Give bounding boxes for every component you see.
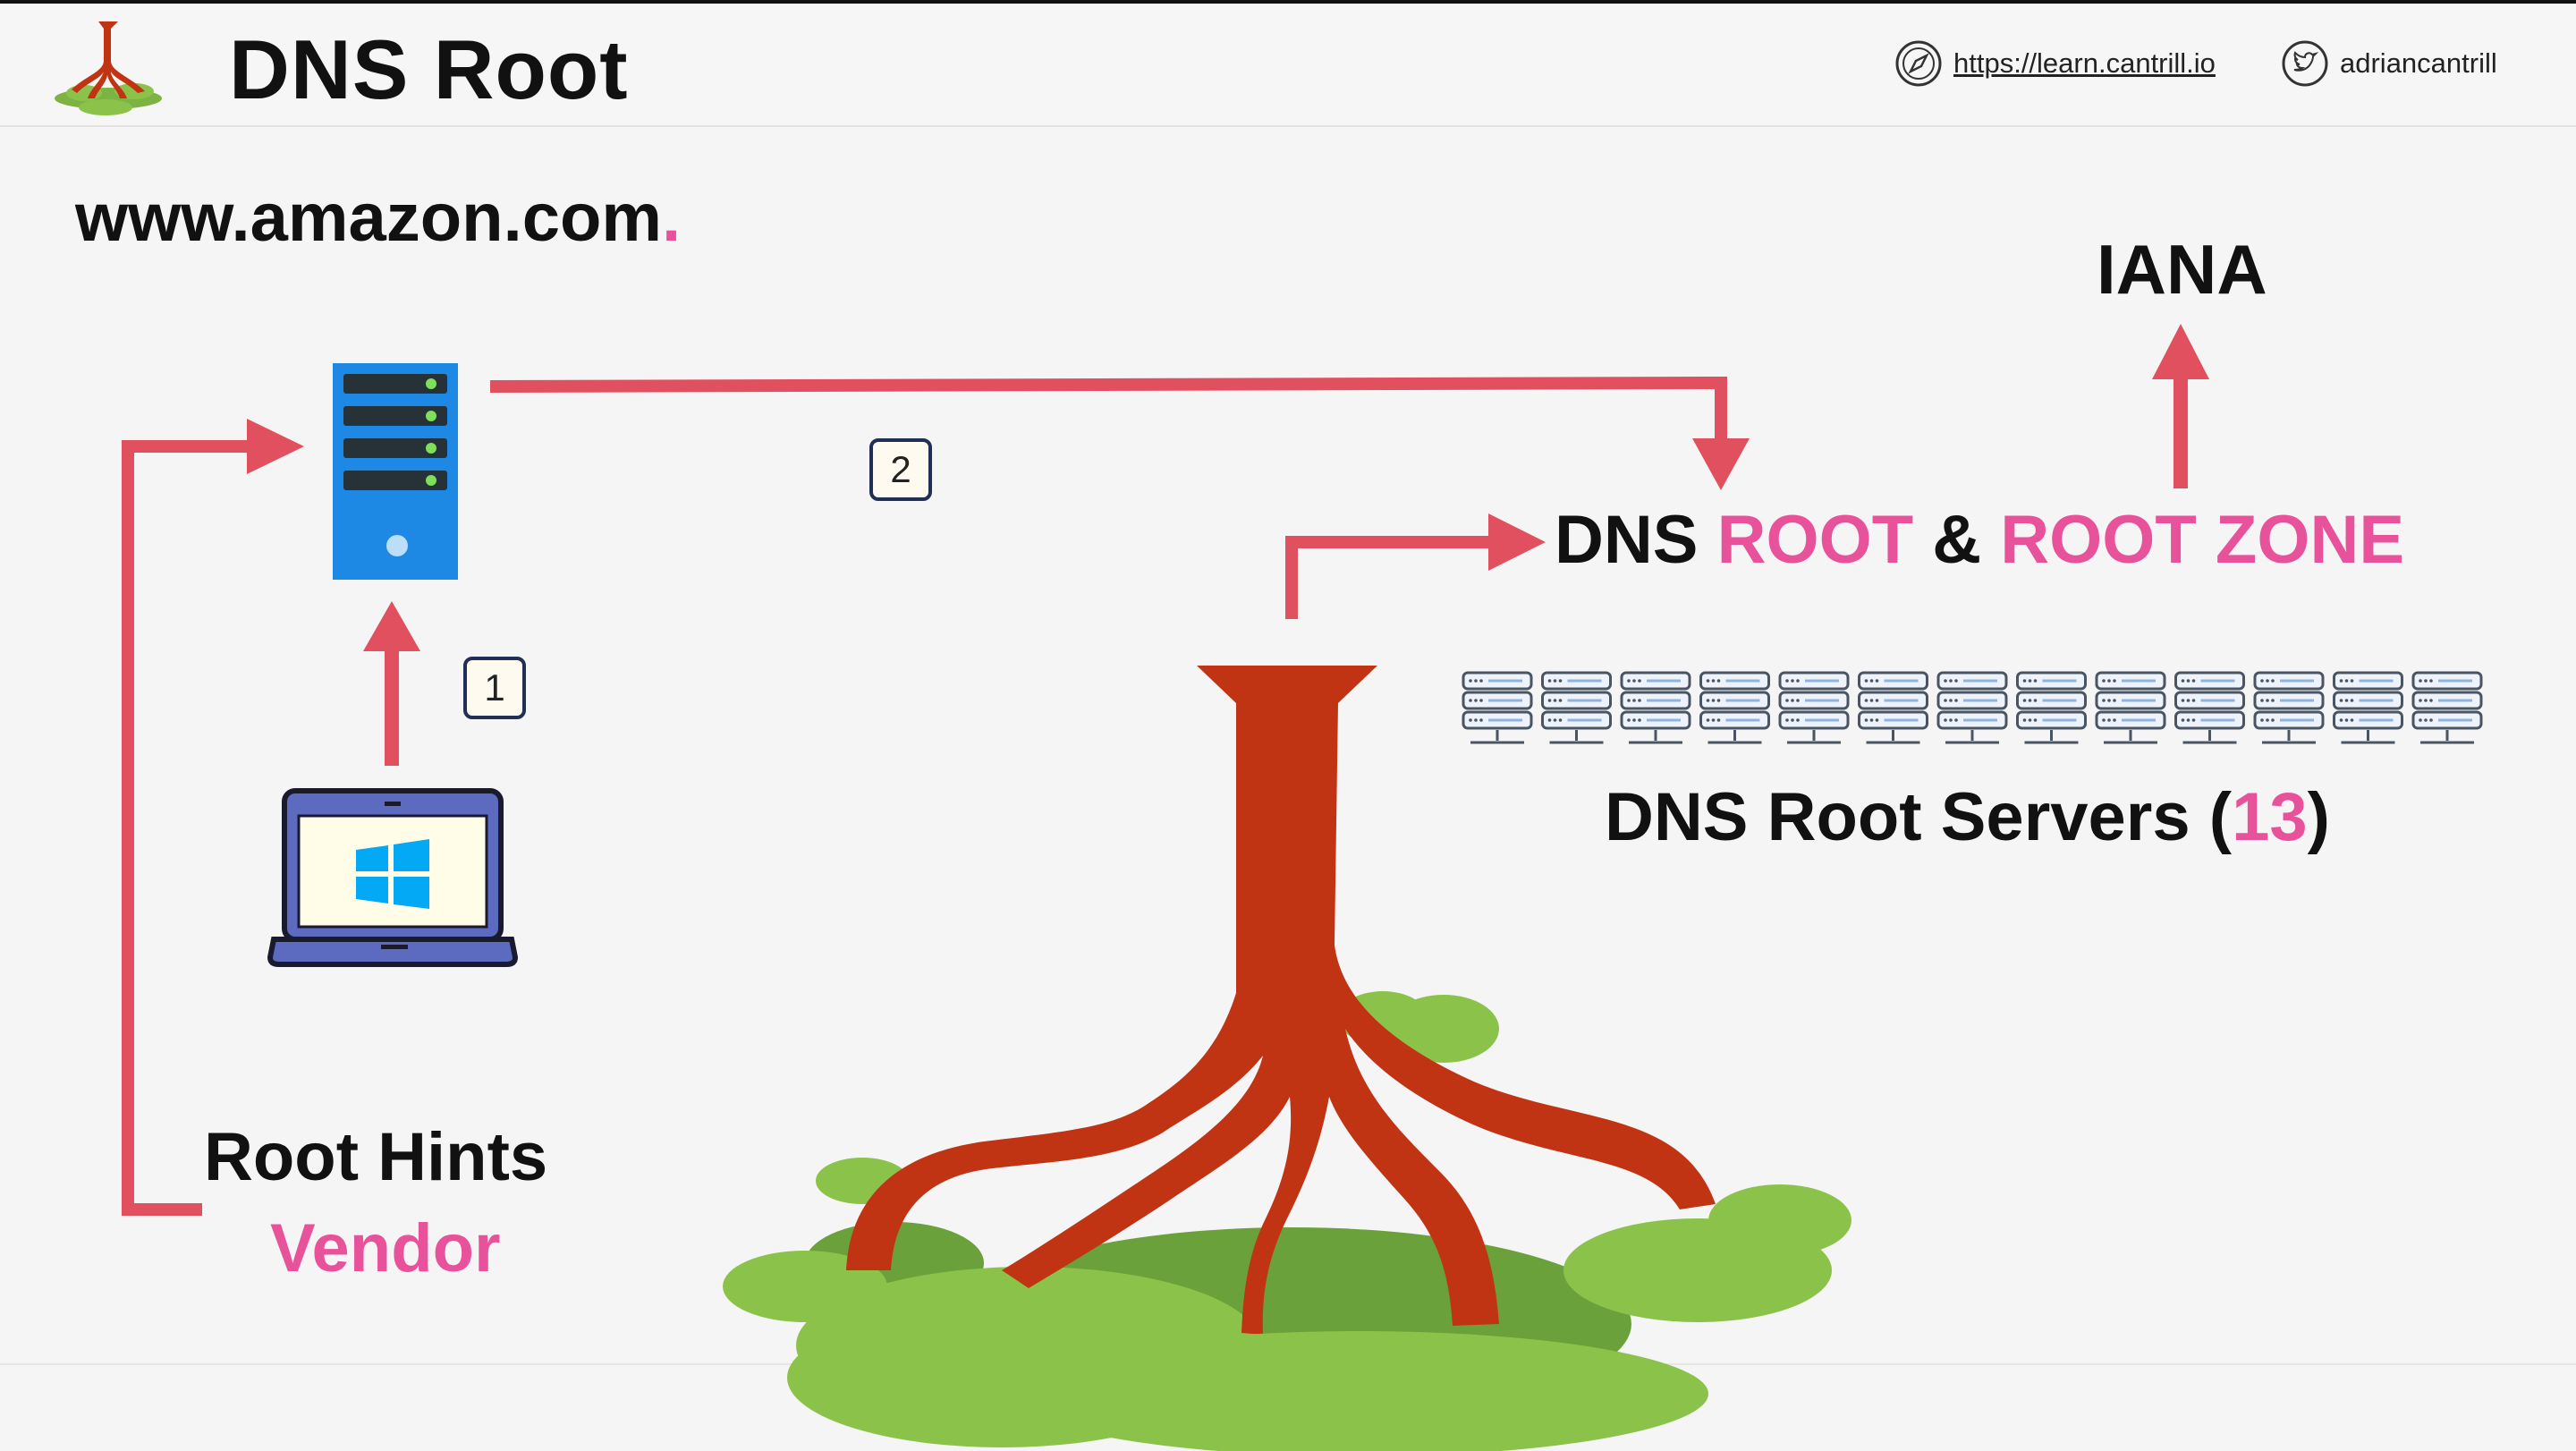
root-servers-prefix: DNS Root Servers (	[1605, 779, 2233, 855]
page-title: DNS Root	[229, 22, 629, 116]
root-servers-suffix: )	[2307, 779, 2330, 855]
root-server-icon	[1778, 671, 1850, 744]
query-domain-text: www.amazon.com	[75, 180, 662, 256]
root-word: ROOT	[1716, 502, 1914, 578]
server-to-root-arrow	[489, 376, 1750, 490]
root-server-icon	[2174, 671, 2245, 744]
root-server-icon	[2253, 671, 2325, 744]
tree-to-root-arrow	[1285, 513, 1546, 619]
root-hints-arrow	[122, 419, 304, 1216]
root-hints-label: Root Hints	[204, 1119, 548, 1195]
root-server-icon	[2016, 671, 2087, 744]
laptop-to-server-arrow	[363, 601, 420, 766]
vendor-label: Vendor	[270, 1210, 501, 1286]
root-server-icon	[2333, 671, 2403, 744]
root-server-icon	[1699, 671, 1770, 744]
windows-logo-icon	[356, 839, 429, 909]
root-server-icon	[1620, 671, 1691, 744]
dns-root-heading: DNS ROOT & ROOT ZONE	[1555, 501, 2404, 579]
tree-logo-icon	[55, 21, 162, 115]
root-server-icon	[1858, 671, 1928, 744]
root-zone-word: ROOT ZONE	[2000, 502, 2405, 578]
header-bar: DNS Root https://learn.cantrill.io adria…	[0, 4, 2576, 127]
dns-resolver-server-icon	[333, 363, 458, 580]
iana-up-arrow	[2152, 324, 2209, 488]
dns-word: DNS	[1555, 502, 1699, 578]
twitter-icon	[2282, 40, 2328, 87]
bottom-divider	[0, 1363, 2576, 1365]
step-badge-2: 2	[869, 438, 932, 501]
root-servers-count: 13	[2232, 779, 2308, 855]
query-domain: www.amazon.com.	[75, 179, 681, 257]
website-url[interactable]: https://learn.cantrill.io	[1953, 47, 2216, 80]
website-link[interactable]: https://learn.cantrill.io	[1894, 39, 2216, 88]
root-server-icon	[2095, 671, 2166, 744]
compass-icon	[1895, 40, 1942, 87]
root-server-icon	[1541, 671, 1612, 744]
twitter-handle[interactable]: adriancantrill	[2340, 47, 2497, 80]
client-laptop-icon	[267, 788, 519, 967]
step-badge-1: 1	[463, 657, 526, 719]
twitter-link[interactable]: adriancantrill	[2281, 39, 2497, 88]
iana-label: IANA	[2097, 230, 2267, 309]
ampersand: &	[1932, 502, 1982, 578]
root-server-icon	[1936, 671, 2008, 744]
root-server-icon	[1462, 671, 1533, 744]
root-servers-label: DNS Root Servers (13)	[1605, 778, 2330, 856]
root-servers-row	[1462, 671, 2483, 744]
root-server-icon	[2411, 671, 2483, 744]
root-dot: .	[661, 180, 682, 256]
